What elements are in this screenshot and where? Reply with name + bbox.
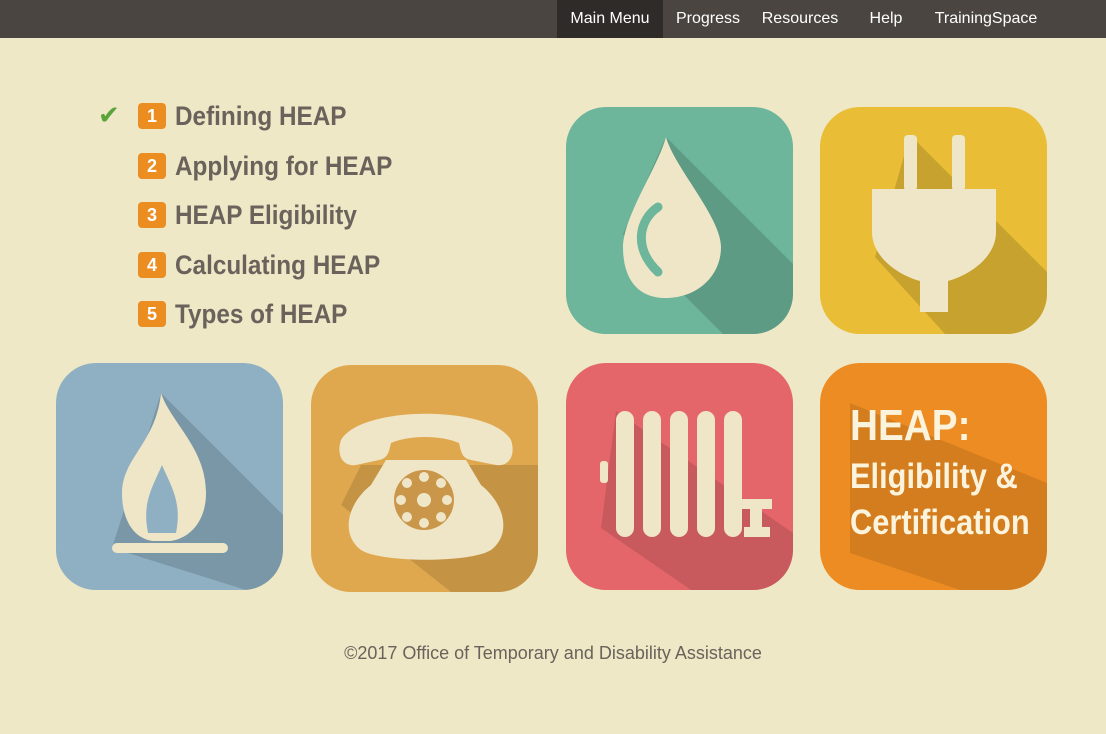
checkmark-icon: ✔ bbox=[98, 101, 120, 131]
module-label: Types of HEAP bbox=[175, 299, 348, 329]
nav-resources[interactable]: Resources bbox=[753, 0, 847, 38]
nav-trainingspace[interactable]: TrainingSpace bbox=[925, 0, 1047, 38]
electric-plug-icon bbox=[872, 135, 1047, 334]
course-title-heap: HEAP: bbox=[850, 401, 971, 450]
gas-flame-icon bbox=[112, 393, 283, 590]
rotary-phone-icon bbox=[339, 413, 538, 592]
course-title-certification: Certification bbox=[850, 503, 1030, 542]
module-number-badge: 5 bbox=[138, 301, 166, 327]
module-label: Applying for HEAP bbox=[175, 151, 393, 181]
module-label: Defining HEAP bbox=[175, 101, 347, 131]
phone-tile[interactable] bbox=[311, 365, 538, 592]
module-label: HEAP Eligibility bbox=[175, 200, 357, 230]
menu-item-types-of-heap[interactable]: 5 Types of HEAP bbox=[98, 298, 418, 330]
nav-help[interactable]: Help bbox=[851, 0, 921, 38]
copyright-footer: ©2017 Office of Temporary and Disability… bbox=[344, 643, 762, 663]
course-title-tile: HEAP: Eligibility & Certification bbox=[820, 363, 1047, 590]
menu-item-defining-heap[interactable]: ✔ 1 Defining HEAP bbox=[98, 100, 418, 132]
module-number-badge: 2 bbox=[138, 153, 166, 179]
water-drop-icon bbox=[623, 137, 793, 334]
menu-item-applying-for-heap[interactable]: 2 Applying for HEAP bbox=[98, 150, 418, 182]
module-number-badge: 3 bbox=[138, 202, 166, 228]
water-tile[interactable] bbox=[566, 107, 793, 334]
top-nav-bar: Main Menu Progress Resources Help Traini… bbox=[0, 0, 1106, 38]
heating-tile[interactable] bbox=[566, 363, 793, 590]
module-label: Calculating HEAP bbox=[175, 250, 381, 280]
radiator-icon bbox=[600, 411, 793, 590]
nav-main-menu[interactable]: Main Menu bbox=[557, 0, 663, 38]
module-number-badge: 4 bbox=[138, 252, 166, 278]
gas-tile[interactable] bbox=[56, 363, 283, 590]
menu-item-calculating-heap[interactable]: 4 Calculating HEAP bbox=[98, 249, 418, 281]
module-number-badge: 1 bbox=[138, 103, 166, 129]
nav-progress[interactable]: Progress bbox=[667, 0, 749, 38]
electricity-tile[interactable] bbox=[820, 107, 1047, 334]
course-title-eligibility: Eligibility & bbox=[850, 457, 1018, 496]
menu-item-heap-eligibility[interactable]: 3 HEAP Eligibility bbox=[98, 199, 418, 231]
